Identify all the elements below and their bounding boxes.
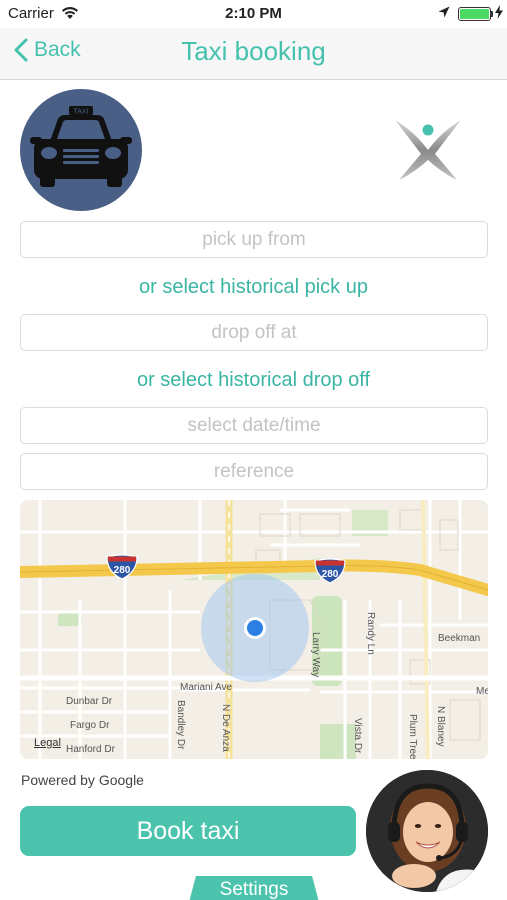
support-agent-avatar[interactable] [366,770,488,892]
brand-logo-icon [393,116,463,182]
status-bar: Carrier 2:10 PM [0,0,507,28]
pickup-input[interactable] [20,221,488,258]
status-time: 2:10 PM [225,5,282,22]
map-label-vista-dr: Vista Dr [352,718,363,754]
highway-shield-label: 280 [114,565,131,576]
map-label-bandley-dr: Bandley Dr [175,700,186,750]
settings-tab-label: Settings [219,879,289,900]
map-label-plum-tree: Plum Tree [407,714,418,759]
map-view[interactable]: 280 280 Beekman Me Mariani Ave Dunbar Dr… [20,500,488,759]
map-label-hanford-dr: Hanford Dr [66,744,115,755]
map-label-beekman: Beekman [438,633,481,644]
battery-icon [458,7,491,21]
highway-shield-label: 280 [322,569,339,580]
highway-shield-icon: 280 [106,554,138,580]
reference-input[interactable] [20,453,488,490]
map-label-me: Me [476,686,488,697]
navigation-bar: Back Taxi booking [0,28,507,80]
taxi-sign-text: TAXI [73,109,88,116]
map-label-larry-way: Larry Way [310,632,321,678]
datetime-input[interactable] [20,407,488,444]
charging-bolt-icon [495,5,503,22]
book-taxi-button[interactable]: Book taxi [20,806,356,856]
map-legal-link[interactable]: Legal [34,737,61,749]
taxi-logo: TAXI [20,89,142,211]
highway-shield-icon: 280 [314,558,346,584]
map-label-fargo-dr: Fargo Dr [70,720,110,731]
map-label-n-de-anza: N De Anza [220,704,231,752]
back-button[interactable]: Back [14,38,81,62]
battery-tip [491,11,493,17]
historical-dropoff-link[interactable]: or select historical drop off [0,369,507,392]
map-label-mariani-ave: Mariani Ave [180,682,233,693]
historical-pickup-link[interactable]: or select historical pick up [0,276,507,299]
map-label-dunbar-dr: Dunbar Dr [66,696,113,707]
chevron-left-icon [14,38,28,62]
back-label: Back [34,38,81,61]
location-arrow-icon [438,6,450,23]
dropoff-input[interactable] [20,314,488,351]
settings-tab[interactable]: Settings [188,876,320,900]
map-label-randy-ln: Randy Ln [365,612,376,655]
map-label-n-blaney: N Blaney [435,706,446,747]
powered-by-google: Powered by Google [21,772,144,788]
